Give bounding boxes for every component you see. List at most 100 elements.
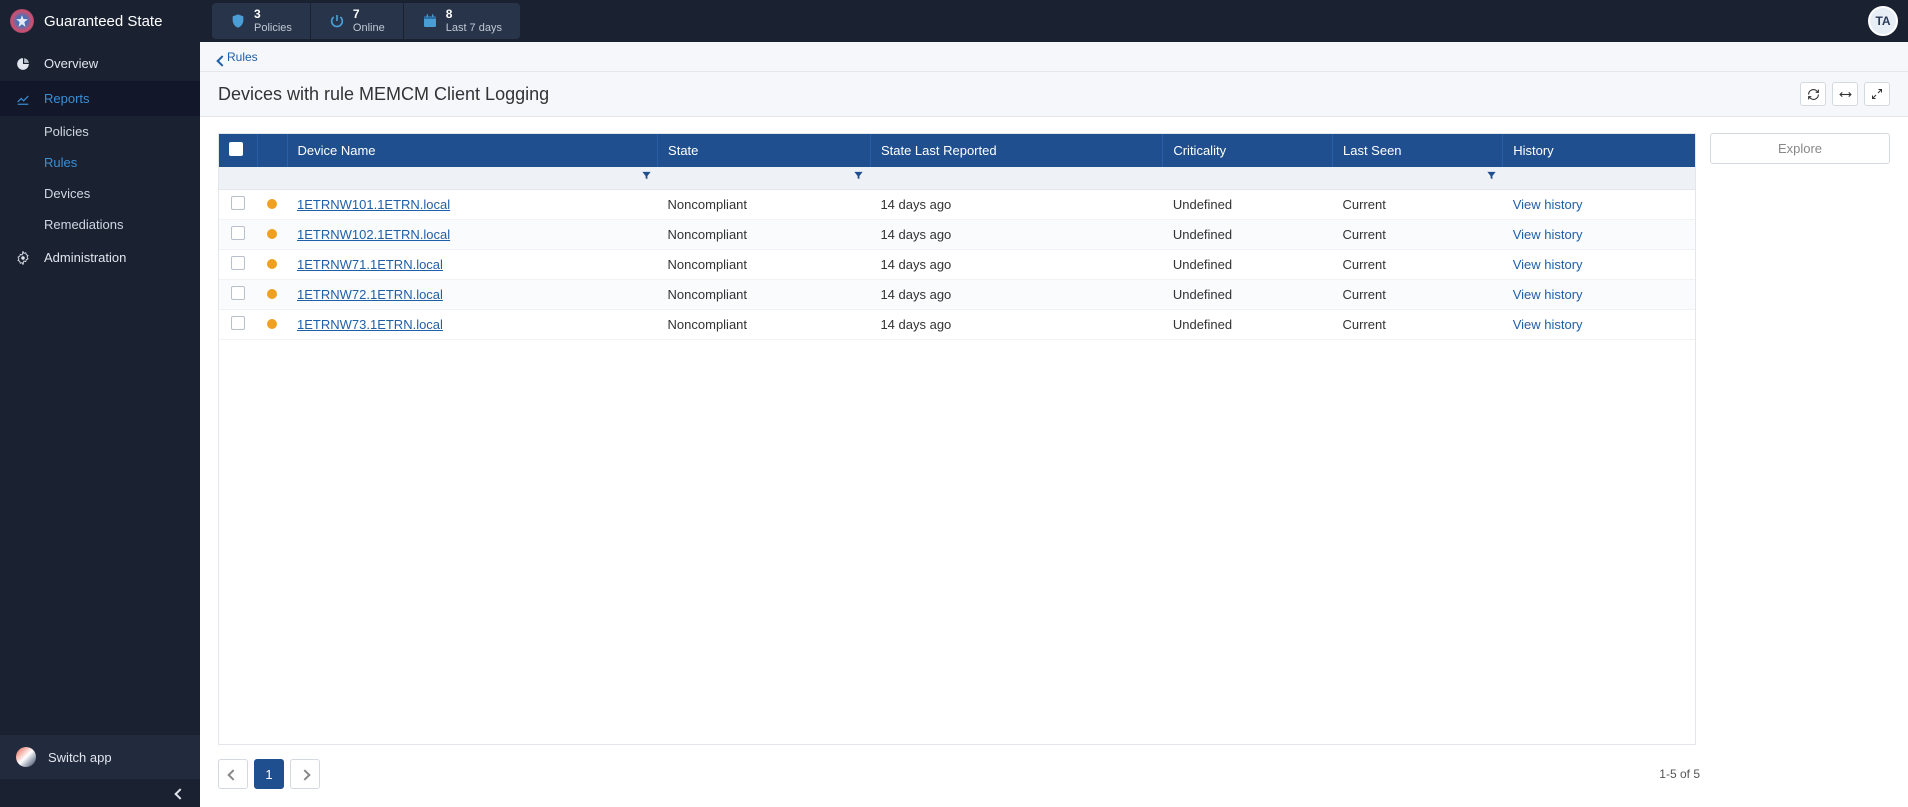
sidebar-sub-policies[interactable]: Policies [44,116,200,147]
stat-value: 8 [446,8,502,21]
breadcrumb-rules-link[interactable]: Rules [218,50,258,64]
cell-last-seen: Current [1332,309,1502,339]
pager-info: 1-5 of 5 [1659,767,1700,781]
device-link[interactable]: 1ETRNW71.1ETRN.local [297,257,443,272]
col-history[interactable]: History [1503,134,1695,167]
page-title: Devices with rule MEMCM Client Logging [218,84,549,105]
cell-state: Noncompliant [658,249,871,279]
cell-criticality: Undefined [1163,189,1333,219]
stat-label: Online [353,22,385,34]
sidebar-sub-rules[interactable]: Rules [44,147,200,178]
sidebar-item-overview[interactable]: Overview [0,46,200,81]
resize-columns-button[interactable] [1832,82,1858,106]
cell-last-seen: Current [1332,189,1502,219]
row-checkbox[interactable] [231,226,245,240]
row-checkbox[interactable] [231,196,245,210]
chevron-left-icon [229,767,237,782]
row-checkbox[interactable] [231,256,245,270]
stat-online[interactable]: 7 Online [311,3,404,39]
view-history-link[interactable]: View history [1513,287,1583,302]
stat-label: Policies [254,22,292,34]
sidebar-sub-devices[interactable]: Devices [44,178,200,209]
user-avatar[interactable]: TA [1868,6,1898,36]
cell-reported: 14 days ago [870,189,1162,219]
sidebar-item-label: Administration [44,250,126,265]
view-history-link[interactable]: View history [1513,197,1583,212]
expand-button[interactable] [1864,82,1890,106]
row-checkbox[interactable] [231,316,245,330]
breadcrumb: Rules [200,42,1908,72]
shield-icon [230,13,246,29]
stat-last7days[interactable]: 8 Last 7 days [404,3,520,39]
table-row: 1ETRNW72.1ETRN.local Noncompliant14 days … [219,279,1695,309]
device-link[interactable]: 1ETRNW72.1ETRN.local [297,287,443,302]
table-row: 1ETRNW102.1ETRN.localNoncompliant14 days… [219,219,1695,249]
pie-icon [16,57,32,71]
sidebar-item-label: Reports [44,91,90,106]
col-criticality[interactable]: Criticality [1163,134,1333,167]
chart-icon [16,92,32,106]
col-status [257,134,287,167]
filter-icon [853,170,864,181]
stat-policies[interactable]: 3 Policies [212,3,311,39]
refresh-icon [1807,88,1820,101]
pager-next-button[interactable] [290,759,320,789]
col-state-last-reported[interactable]: State Last Reported [870,134,1162,167]
cell-criticality: Undefined [1163,219,1333,249]
cell-reported: 14 days ago [870,279,1162,309]
filter-device-name[interactable] [641,170,652,181]
device-link[interactable]: 1ETRNW102.1ETRN.local [297,227,450,242]
view-history-link[interactable]: View history [1513,257,1583,272]
refresh-button[interactable] [1800,82,1826,106]
calendar-icon [422,13,438,29]
table-row: 1ETRNW71.1ETRN.local Noncompliant14 days … [219,249,1695,279]
select-all-checkbox[interactable] [229,142,243,156]
stat-value: 3 [254,8,292,21]
view-history-link[interactable]: View history [1513,227,1583,242]
filter-last-seen[interactable] [1486,170,1497,181]
cell-reported: 14 days ago [870,249,1162,279]
chevron-right-icon [301,767,309,782]
sidebar-item-administration[interactable]: Administration [0,240,200,275]
col-state[interactable]: State [658,134,871,167]
cell-reported: 14 days ago [870,309,1162,339]
switch-app-label: Switch app [48,750,112,765]
sidebar-sub-remediations[interactable]: Remediations [44,209,200,240]
chevron-left-icon [176,786,184,801]
device-link[interactable]: 1ETRNW101.1ETRN.local [297,197,450,212]
app-logo-icon [10,9,34,33]
cell-state: Noncompliant [658,189,871,219]
cell-criticality: Undefined [1163,309,1333,339]
pager-page-1[interactable]: 1 [254,759,284,789]
pager-prev-button[interactable] [218,759,248,789]
cell-criticality: Undefined [1163,249,1333,279]
cell-last-seen: Current [1332,249,1502,279]
row-checkbox[interactable] [231,286,245,300]
cell-criticality: Undefined [1163,279,1333,309]
gear-icon [16,251,32,265]
cell-state: Noncompliant [658,279,871,309]
cell-last-seen: Current [1332,219,1502,249]
sidebar-item-label: Overview [44,56,98,71]
stat-label: Last 7 days [446,22,502,34]
status-dot-icon [267,319,277,329]
breadcrumb-label: Rules [227,50,258,64]
filter-icon [1486,170,1497,181]
col-device-name[interactable]: Device Name [287,134,658,167]
sidebar-collapse-button[interactable] [0,779,200,807]
filter-state[interactable] [853,170,864,181]
stat-pills: 3 Policies 7 Online 8 Last 7 [212,3,520,39]
col-last-seen[interactable]: Last Seen [1332,134,1502,167]
switch-app-icon [16,747,36,767]
sidebar-item-reports[interactable]: Reports [0,81,200,116]
devices-table: Device Name State State Last Reported Cr… [218,133,1696,745]
power-icon [329,13,345,29]
explore-button[interactable]: Explore [1710,133,1890,164]
view-history-link[interactable]: View history [1513,317,1583,332]
status-dot-icon [267,199,277,209]
device-link[interactable]: 1ETRNW73.1ETRN.local [297,317,443,332]
topbar: Guaranteed State 3 Policies 7 Online [0,0,1908,42]
switch-app-button[interactable]: Switch app [0,735,200,779]
cell-last-seen: Current [1332,279,1502,309]
filter-icon [641,170,652,181]
